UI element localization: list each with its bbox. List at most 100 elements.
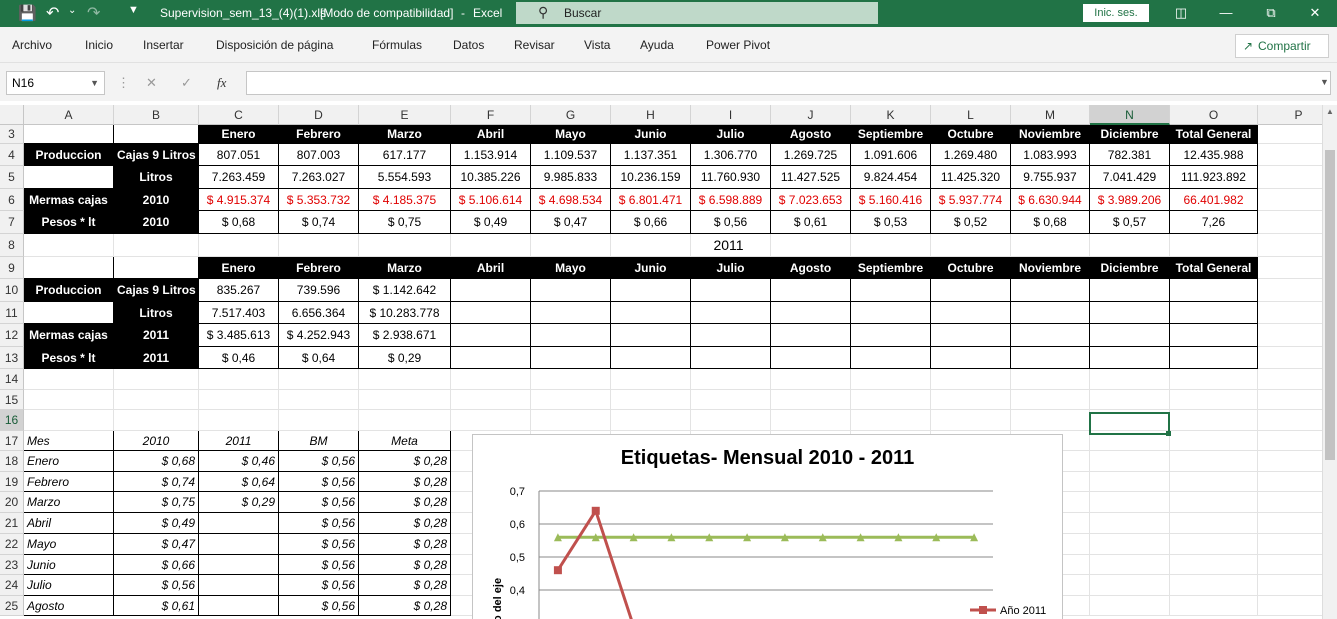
cell-e21[interactable]: $ 0,28 <box>359 513 451 534</box>
cell-f11[interactable] <box>451 302 531 324</box>
cell-l7[interactable]: $ 0,52 <box>931 211 1011 234</box>
cell-n3[interactable]: Diciembre <box>1090 125 1170 144</box>
cell-n4[interactable]: 782.381 <box>1090 144 1170 166</box>
cell-j10[interactable] <box>771 279 851 302</box>
sign-in-button[interactable]: Inic. ses. <box>1083 4 1149 22</box>
cell-e12[interactable]: $ 2.938.671 <box>359 324 451 347</box>
cell-o5[interactable]: 111.923.892 <box>1170 166 1258 189</box>
cell-a24[interactable]: Julio <box>24 575 114 596</box>
cell-e20[interactable]: $ 0,28 <box>359 492 451 513</box>
cell-b19[interactable]: $ 0,74 <box>114 472 199 492</box>
cell-e9[interactable]: Marzo <box>359 257 451 279</box>
cell-e25[interactable]: $ 0,28 <box>359 596 451 616</box>
cell-a17[interactable]: Mes <box>24 431 114 451</box>
row-header-17[interactable]: 17 <box>0 431 24 451</box>
cell-h12[interactable] <box>611 324 691 347</box>
cell-b3[interactable] <box>114 125 199 144</box>
cell-i5[interactable]: 11.760.930 <box>691 166 771 189</box>
cell-c12[interactable]: $ 3.485.613 <box>199 324 279 347</box>
cell-d3[interactable]: Febrero <box>279 125 359 144</box>
fill-handle[interactable] <box>1166 431 1171 436</box>
cell-b12[interactable]: 2011 <box>114 324 199 347</box>
tab-datos[interactable]: Datos <box>453 38 484 52</box>
cell-n5[interactable]: 7.041.429 <box>1090 166 1170 189</box>
cell-b6[interactable]: 2010 <box>114 189 199 211</box>
cell-d17[interactable]: BM <box>279 431 359 451</box>
cell-h6[interactable]: $ 6.801.471 <box>611 189 691 211</box>
cell-k9[interactable]: Septiembre <box>851 257 931 279</box>
cell-g11[interactable] <box>531 302 611 324</box>
cell-k13[interactable] <box>851 347 931 369</box>
cell-m11[interactable] <box>1011 302 1090 324</box>
cell-g6[interactable]: $ 4.698.534 <box>531 189 611 211</box>
cell-k6[interactable]: $ 5.160.416 <box>851 189 931 211</box>
cell-f9[interactable]: Abril <box>451 257 531 279</box>
row-header-23[interactable]: 23 <box>0 555 24 575</box>
name-box[interactable]: N16 ▼ <box>6 71 105 95</box>
row-header-15[interactable]: 15 <box>0 390 24 410</box>
cell-d10[interactable]: 739.596 <box>279 279 359 302</box>
cell-f4[interactable]: 1.153.914 <box>451 144 531 166</box>
column-header-l[interactable]: L <box>931 105 1011 125</box>
cell-g3[interactable]: Mayo <box>531 125 611 144</box>
cell-h11[interactable] <box>611 302 691 324</box>
spreadsheet-grid[interactable]: ABCDEFGHIJKLMNOP 3 4 5 6 7 8 9 10 11 12 13 14 15 16 17… <box>0 105 1322 619</box>
cell-h4[interactable]: 1.137.351 <box>611 144 691 166</box>
cell-a5[interactable] <box>24 166 114 189</box>
row-header-3[interactable]: 3 <box>0 125 24 144</box>
row-header-14[interactable]: 14 <box>0 369 24 390</box>
cell-d22[interactable]: $ 0,56 <box>279 534 359 555</box>
cell-a21[interactable]: Abril <box>24 513 114 534</box>
column-header-n[interactable]: N <box>1090 105 1170 125</box>
row-header-19[interactable]: 19 <box>0 472 24 492</box>
cell-n6[interactable]: $ 3.989.206 <box>1090 189 1170 211</box>
cell-l4[interactable]: 1.269.480 <box>931 144 1011 166</box>
cancel-icon[interactable]: ✕ <box>146 75 157 91</box>
cell-l3[interactable]: Octubre <box>931 125 1011 144</box>
column-header-e[interactable]: E <box>359 105 451 125</box>
cell-l5[interactable]: 11.425.320 <box>931 166 1011 189</box>
cell-o10[interactable] <box>1170 279 1258 302</box>
cell-m12[interactable] <box>1011 324 1090 347</box>
row-header-20[interactable]: 20 <box>0 492 24 513</box>
row-header-24[interactable]: 24 <box>0 575 24 596</box>
row-header-9[interactable]: 9 <box>0 257 24 279</box>
cell-k5[interactable]: 9.824.454 <box>851 166 931 189</box>
cell-c21[interactable] <box>199 513 279 534</box>
cell-k12[interactable] <box>851 324 931 347</box>
cell-f5[interactable]: 10.385.226 <box>451 166 531 189</box>
cell-m10[interactable] <box>1011 279 1090 302</box>
vertical-scrollbar-thumb[interactable] <box>1325 150 1335 460</box>
row-header-7[interactable]: 7 <box>0 211 24 234</box>
cell-g4[interactable]: 1.109.537 <box>531 144 611 166</box>
cell-b22[interactable]: $ 0,47 <box>114 534 199 555</box>
cell-e5[interactable]: 5.554.593 <box>359 166 451 189</box>
cell-e18[interactable]: $ 0,28 <box>359 451 451 472</box>
tab-inicio[interactable]: Inicio <box>85 38 113 52</box>
cell-j7[interactable]: $ 0,61 <box>771 211 851 234</box>
cell-l13[interactable] <box>931 347 1011 369</box>
row-header-10[interactable]: 10 <box>0 279 24 302</box>
cell-e6[interactable]: $ 4.185.375 <box>359 189 451 211</box>
cell-n7[interactable]: $ 0,57 <box>1090 211 1170 234</box>
column-header-b[interactable]: B <box>114 105 199 125</box>
cell-i9[interactable]: Julio <box>691 257 771 279</box>
cell-a20[interactable]: Marzo <box>24 492 114 513</box>
cell-c20[interactable]: $ 0,29 <box>199 492 279 513</box>
column-header-i[interactable]: I <box>691 105 771 125</box>
cell-c23[interactable] <box>199 555 279 575</box>
cell-e17[interactable]: Meta <box>359 431 451 451</box>
tab-vista[interactable]: Vista <box>584 38 610 52</box>
undo-icon[interactable]: ↶ <box>46 3 59 23</box>
customize-toolbar-icon[interactable]: ▼ <box>128 4 139 16</box>
cell-o13[interactable] <box>1170 347 1258 369</box>
cell-o6[interactable]: 66.401.982 <box>1170 189 1258 211</box>
cell-h13[interactable] <box>611 347 691 369</box>
tab-insertar[interactable]: Insertar <box>143 38 184 52</box>
cell-b21[interactable]: $ 0,49 <box>114 513 199 534</box>
cell-m5[interactable]: 9.755.937 <box>1011 166 1090 189</box>
tab-disposicion[interactable]: Disposición de página <box>216 38 333 52</box>
cell-k4[interactable]: 1.091.606 <box>851 144 931 166</box>
cell-b20[interactable]: $ 0,75 <box>114 492 199 513</box>
tab-ayuda[interactable]: Ayuda <box>640 38 674 52</box>
